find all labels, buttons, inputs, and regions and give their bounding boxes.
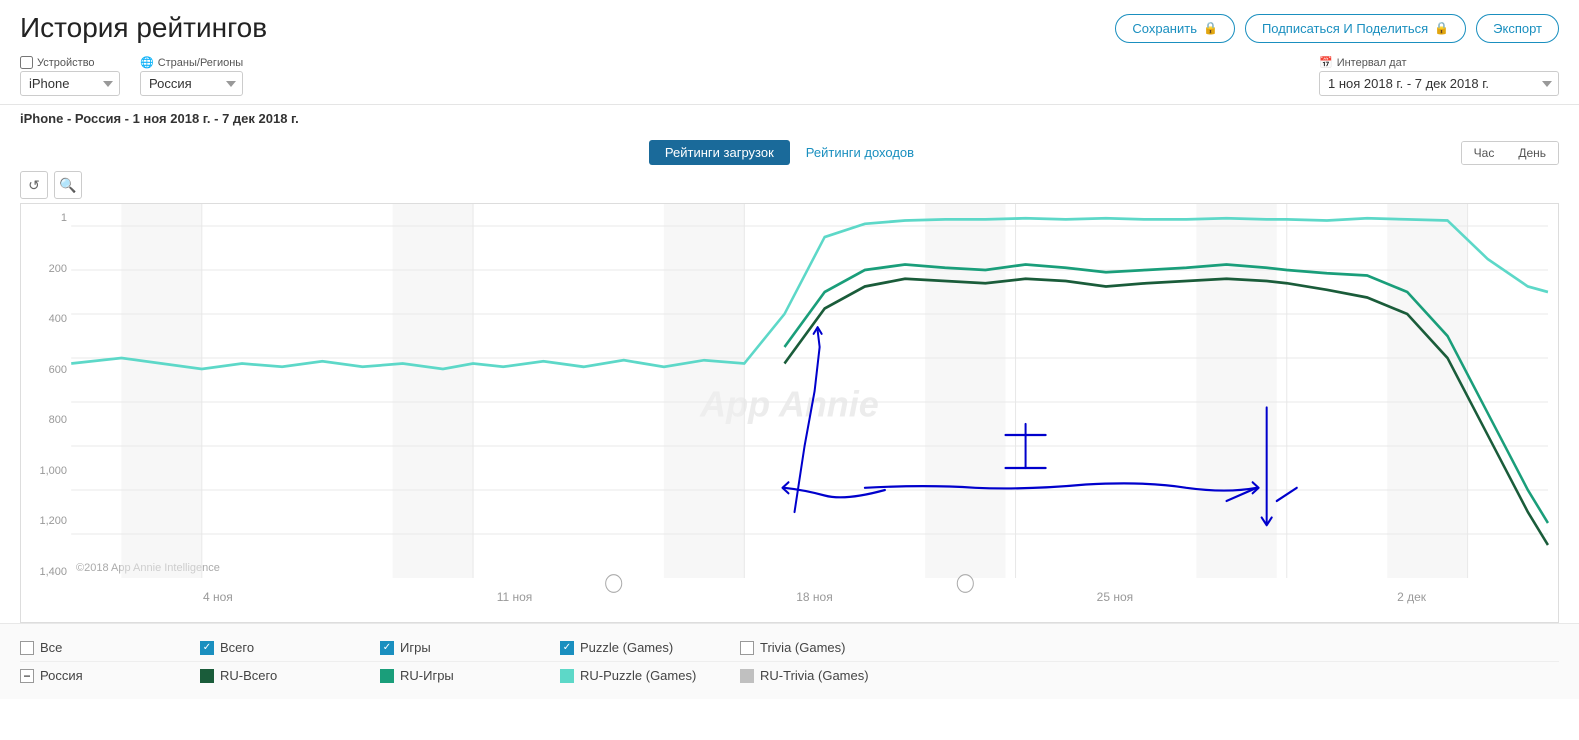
legend-item-ru-puzzle: RU-Puzzle (Games)	[560, 668, 740, 683]
chart-subtitle: iPhone - Россия - 1 ноя 2018 г. - 7 дек …	[20, 111, 299, 126]
chart-toolbar: ↺ 🔍	[20, 171, 1559, 199]
lock-icon: 🔒	[1203, 21, 1218, 35]
legend-item-games: ✓ Игры	[380, 640, 560, 655]
legend-item-all: Все	[20, 640, 200, 655]
reset-button[interactable]: ↺	[20, 171, 48, 199]
top-actions: Сохранить 🔒 Подписаться И Поделиться 🔒 Э…	[1115, 14, 1559, 43]
device-filter-label: Устройство	[20, 56, 120, 69]
legend-item-ru-total: RU-Всего	[200, 668, 380, 683]
hour-button[interactable]: Час	[1462, 142, 1507, 164]
legend-checkbox-games[interactable]: ✓	[380, 641, 394, 655]
chart-tabs: Рейтинги загрузок Рейтинги доходов	[649, 140, 930, 165]
lock-icon-2: 🔒	[1434, 21, 1449, 35]
device-filter-group: Устройство iPhone	[20, 56, 120, 96]
subtitle-row: iPhone - Россия - 1 ноя 2018 г. - 7 дек …	[0, 105, 1579, 130]
legend-color-ru-games	[380, 669, 394, 683]
chart-tabs-row: Рейтинги загрузок Рейтинги доходов Час Д…	[0, 130, 1579, 171]
legend-item-total: ✓ Всего	[200, 640, 380, 655]
legend-item-ru-games: RU-Игры	[380, 668, 560, 683]
top-bar: История рейтингов Сохранить 🔒 Подписатьс…	[0, 0, 1579, 52]
region-filter-label: 🌐 Страны/Регионы	[140, 56, 243, 69]
legend-item-russia: − Россия	[20, 668, 200, 683]
globe-icon: 🌐	[140, 56, 154, 69]
legend-minus-russia[interactable]: −	[20, 669, 34, 683]
page-title: История рейтингов	[20, 12, 267, 44]
filters-row: Устройство iPhone 🌐 Страны/Регионы Росси…	[0, 52, 1579, 105]
date-range-select[interactable]: 1 ноя 2018 г. - 7 дек 2018 г.	[1319, 71, 1559, 96]
device-select[interactable]: iPhone	[20, 71, 120, 96]
device-checkbox[interactable]	[20, 56, 33, 69]
region-filter-group: 🌐 Страны/Регионы Россия	[140, 56, 243, 96]
legend-color-ru-puzzle	[560, 669, 574, 683]
tab-downloads[interactable]: Рейтинги загрузок	[649, 140, 790, 165]
chart-svg	[21, 204, 1558, 622]
zoom-button[interactable]: 🔍	[54, 171, 82, 199]
subscribe-button[interactable]: Подписаться И Поделиться 🔒	[1245, 14, 1466, 43]
legend-checkbox-total[interactable]: ✓	[200, 641, 214, 655]
day-button[interactable]: День	[1506, 142, 1558, 164]
legend-color-ru-total	[200, 669, 214, 683]
legend-color-ru-trivia	[740, 669, 754, 683]
region-select[interactable]: Россия	[140, 71, 243, 96]
legend-checkbox-trivia[interactable]	[740, 641, 754, 655]
legend-checkbox-all[interactable]	[20, 641, 34, 655]
legend-item-ru-trivia: RU-Trivia (Games)	[740, 668, 920, 683]
chart-area: ↺ 🔍 1 200 400 600 800 1,000 1,200 1,400 …	[0, 171, 1579, 623]
legend-item-puzzle: ✓ Puzzle (Games)	[560, 640, 740, 655]
save-button[interactable]: Сохранить 🔒	[1115, 14, 1235, 43]
legend-row-2: − Россия RU-Всего RU-Игры RU-Puzzle (Gam…	[20, 662, 1559, 689]
tab-revenue[interactable]: Рейтинги доходов	[790, 140, 930, 165]
legend-item-trivia: Trivia (Games)	[740, 640, 920, 655]
time-buttons: Час День	[1461, 141, 1559, 165]
legend-row-1: Все ✓ Всего ✓ Игры ✓ Puzzle (Games) Triv…	[20, 634, 1559, 662]
legend-area: Все ✓ Всего ✓ Игры ✓ Puzzle (Games) Triv…	[0, 623, 1579, 699]
chart-container: 1 200 400 600 800 1,000 1,200 1,400 4 но…	[20, 203, 1559, 623]
date-range-group: 📅 Интервал дат 1 ноя 2018 г. - 7 дек 201…	[1319, 56, 1559, 96]
date-range-label: 📅 Интервал дат	[1319, 56, 1559, 69]
calendar-icon: 📅	[1319, 56, 1333, 69]
legend-checkbox-puzzle[interactable]: ✓	[560, 641, 574, 655]
export-button[interactable]: Экспорт	[1476, 14, 1559, 43]
